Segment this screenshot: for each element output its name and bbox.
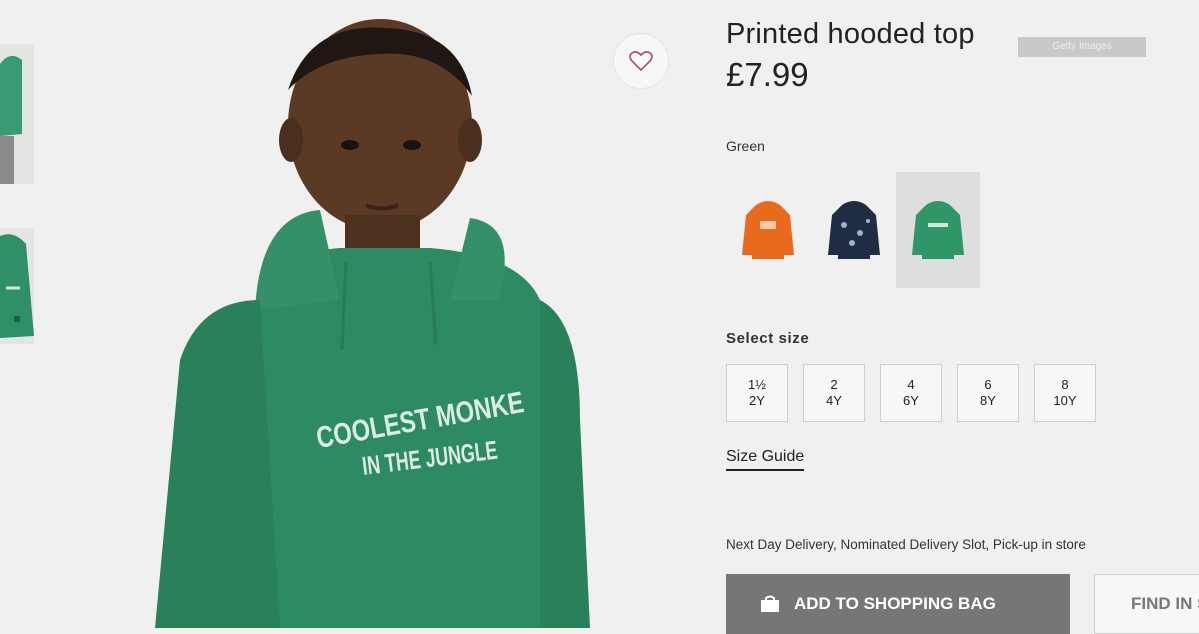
delivery-options-text: Next Day Delivery, Nominated Delivery Sl… bbox=[726, 537, 1086, 552]
heart-icon bbox=[629, 51, 653, 72]
size-option-bottom: 10Y bbox=[1053, 393, 1077, 408]
thumbnail-2[interactable] bbox=[0, 228, 34, 344]
size-option-2y[interactable]: 1½ 2Y bbox=[726, 364, 788, 422]
size-option-6y[interactable]: 4 6Y bbox=[880, 364, 942, 422]
green-hoodie-icon bbox=[912, 201, 964, 259]
find-in-store-label: FIND IN STORE bbox=[1131, 594, 1199, 613]
size-option-top: 1½ bbox=[747, 377, 767, 392]
add-to-bag-button[interactable]: ADD TO SHOPPING BAG bbox=[726, 574, 1070, 634]
product-title: Printed hooded top bbox=[726, 18, 975, 50]
product-main-image: COOLEST MONKE IN THE JUNGLE bbox=[110, 0, 710, 628]
size-option-top: 4 bbox=[907, 377, 915, 392]
size-option-top: 6 bbox=[984, 377, 992, 392]
size-option-bottom: 6Y bbox=[903, 393, 919, 408]
product-price: £7.99 bbox=[726, 56, 809, 93]
size-option-bottom: 2Y bbox=[749, 393, 765, 408]
size-guide-link[interactable]: Size Guide bbox=[726, 448, 805, 471]
add-to-bag-label: ADD TO SHOPPING BAG bbox=[794, 594, 996, 613]
thumbnail-1[interactable] bbox=[0, 44, 34, 184]
size-option-4y[interactable]: 2 4Y bbox=[803, 364, 865, 422]
color-swatch-navy[interactable] bbox=[812, 172, 896, 288]
size-option-10y[interactable]: 8 10Y bbox=[1034, 364, 1096, 422]
shopping-bag-icon bbox=[761, 595, 779, 612]
favorite-button[interactable] bbox=[614, 34, 668, 88]
size-option-8y[interactable]: 6 8Y bbox=[957, 364, 1019, 422]
color-swatch-green[interactable] bbox=[896, 172, 980, 288]
size-option-bottom: 8Y bbox=[980, 393, 996, 408]
orange-hoodie-icon bbox=[742, 201, 794, 259]
watermark-badge: Getty Images bbox=[1018, 37, 1146, 57]
selected-color-label: Green bbox=[726, 138, 765, 154]
size-option-top: 8 bbox=[1061, 377, 1069, 392]
find-in-store-button[interactable]: FIND IN STORE bbox=[1094, 574, 1199, 634]
color-swatch-orange[interactable] bbox=[726, 172, 810, 288]
select-size-label: Select size bbox=[726, 330, 810, 347]
navy-hoodie-icon bbox=[828, 201, 880, 259]
size-option-top: 2 bbox=[830, 377, 838, 392]
size-option-bottom: 4Y bbox=[826, 393, 842, 408]
